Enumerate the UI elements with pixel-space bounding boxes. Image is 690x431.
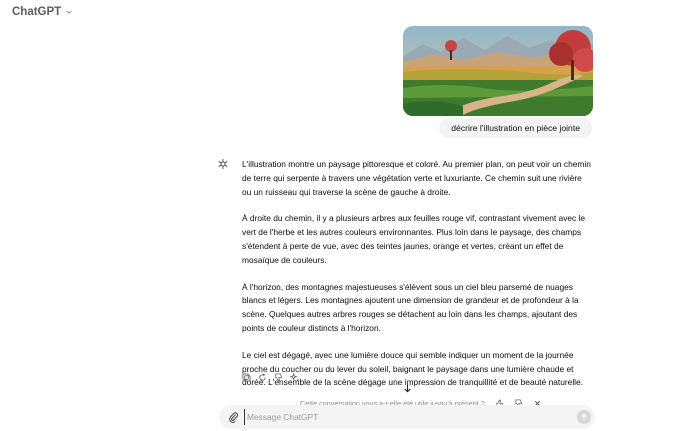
switch-model-button[interactable]: [289, 372, 299, 382]
paperclip-icon[interactable]: [228, 411, 239, 423]
thumbs-down-button[interactable]: [273, 372, 283, 382]
copy-button[interactable]: [241, 372, 251, 382]
assistant-paragraph: L'illustration montre un paysage pittore…: [242, 159, 591, 197]
model-selector[interactable]: ChatGPT: [12, 6, 73, 18]
regenerate-button[interactable]: [257, 372, 267, 382]
openai-logo-icon: [218, 159, 228, 169]
assistant-paragraph: À l'horizon, des montagnes majestueuses …: [242, 281, 579, 333]
sparkle-model-icon: [289, 372, 299, 381]
top-bar: ChatGPT: [0, 0, 690, 28]
message-actions: [241, 372, 299, 382]
attached-landscape-image[interactable]: [403, 26, 593, 116]
assistant-paragraph: Le ciel est dégagé, avec une lumière dou…: [242, 349, 584, 388]
chevron-down-icon: [66, 10, 72, 14]
arrow-down-icon: [404, 384, 411, 393]
model-name: ChatGPT: [12, 6, 62, 18]
user-message-bubble: décrire l'illustration en pièce jointe: [439, 118, 592, 138]
copy-icon: [241, 372, 251, 382]
assistant-message: L'illustration montre un paysage pittore…: [242, 158, 592, 403]
message-composer: [219, 405, 595, 429]
thumbs-down-icon: [274, 372, 282, 382]
assistant-paragraph: À droite du chemin, il y a plusieurs arb…: [242, 213, 586, 265]
send-button[interactable]: [577, 410, 591, 424]
message-input[interactable]: [244, 409, 564, 425]
regenerate-icon: [258, 372, 266, 381]
send-arrow-icon: [581, 413, 587, 420]
